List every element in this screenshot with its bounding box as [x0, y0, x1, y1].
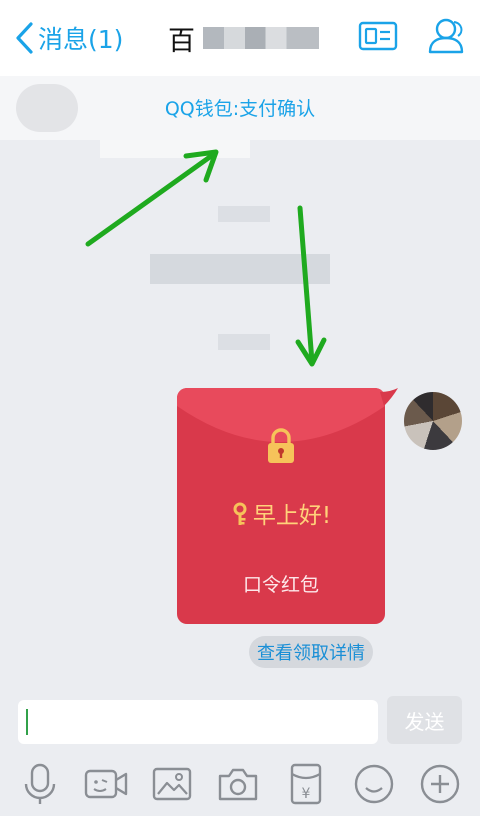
red-packet-icon[interactable]: ¥: [284, 762, 328, 806]
red-packet-message[interactable]: 早上好! 口令红包: [177, 388, 385, 624]
message-input[interactable]: [18, 700, 378, 744]
input-bar: 发送: [0, 690, 480, 752]
emoji-icon[interactable]: [352, 762, 396, 806]
chat-title: 百: [168, 18, 319, 58]
lock-icon: [268, 428, 294, 463]
send-button[interactable]: 发送: [387, 696, 462, 744]
camera-icon[interactable]: [216, 762, 260, 806]
payment-notice-text: QQ钱包:支付确认: [164, 98, 316, 120]
key-icon: [233, 502, 247, 525]
payment-notice-banner[interactable]: QQ钱包:支付确认: [0, 76, 480, 140]
blurred-title-text: [203, 27, 319, 49]
chat-title-text: 百: [168, 25, 195, 57]
plus-icon[interactable]: [418, 762, 462, 806]
chevron-left-icon: [16, 22, 33, 54]
blurred-timestamp: [218, 334, 270, 350]
view-details-link[interactable]: 查看领取详情: [249, 636, 373, 668]
bubble-tail: [380, 388, 398, 406]
back-label: 消息(1): [38, 25, 124, 54]
profile-card-icon[interactable]: [356, 14, 400, 58]
packet-greeting-text: 早上好!: [252, 503, 332, 529]
microphone-icon[interactable]: [18, 762, 62, 806]
annotation-arrow: [295, 205, 327, 367]
bottom-toolbar: ¥: [0, 752, 480, 816]
text-caret: [26, 709, 28, 735]
packet-type-label: 口令红包: [242, 574, 319, 596]
back-button[interactable]: 消息(1): [14, 18, 123, 58]
annotation-arrow: [85, 149, 219, 247]
video-call-icon[interactable]: [84, 762, 128, 806]
chat-header: 消息(1) 百: [0, 0, 480, 76]
packet-greeting: 早上好!: [177, 496, 385, 530]
image-icon[interactable]: [150, 762, 194, 806]
contacts-icon[interactable]: [424, 14, 468, 58]
my-avatar[interactable]: [404, 392, 462, 450]
svg-text:¥: ¥: [302, 786, 311, 802]
